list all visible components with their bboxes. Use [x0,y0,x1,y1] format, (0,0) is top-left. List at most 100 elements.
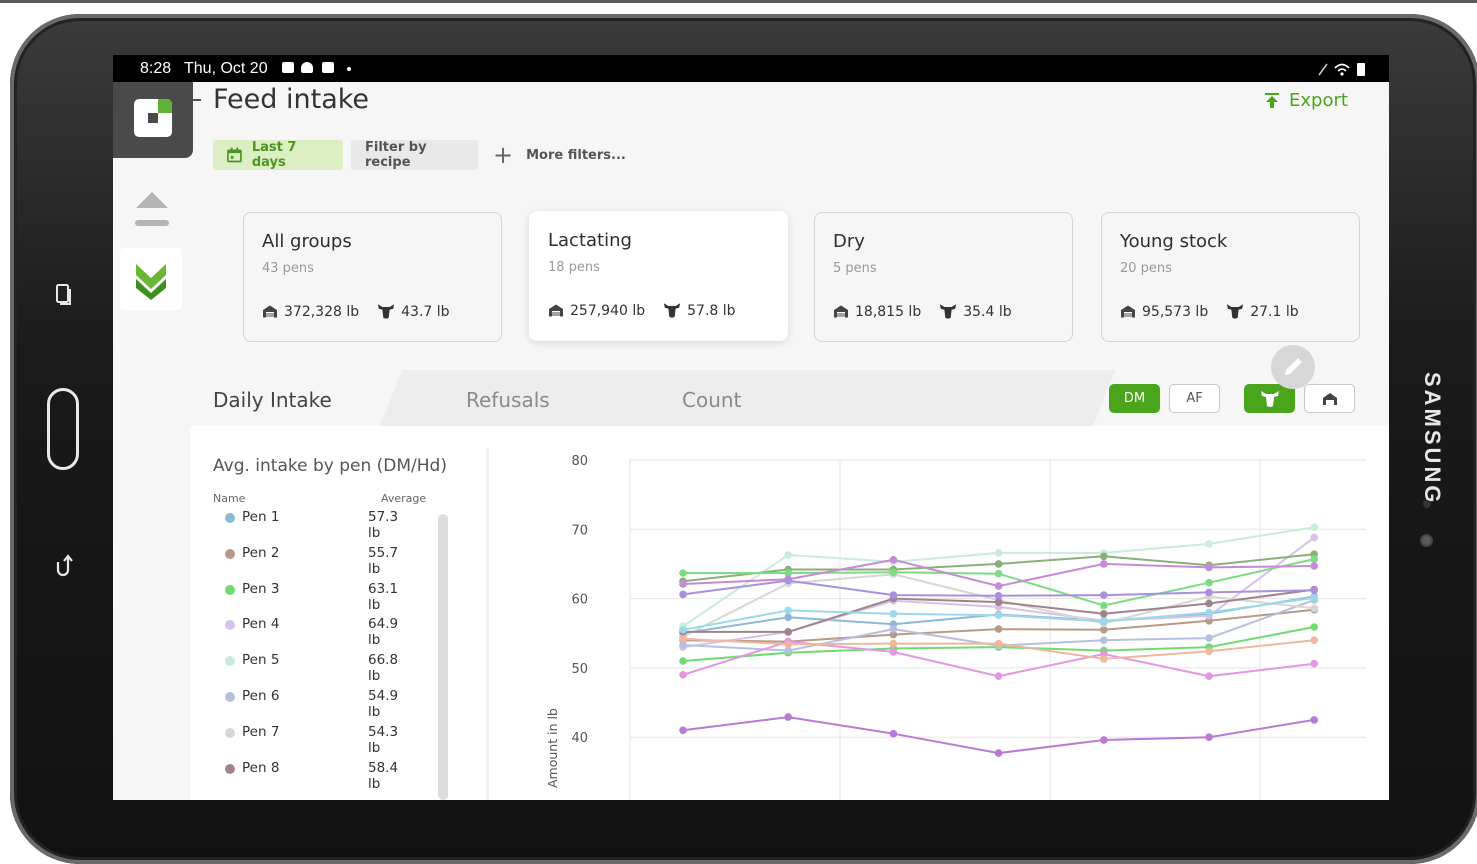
panel-divider [486,448,489,800]
pen-color-dot [225,548,235,559]
series-point [679,726,687,735]
y-tick-label: 40 [571,731,588,746]
cow-head-icon [1227,304,1244,319]
pen-row[interactable]: Pen 1 57.3 lb [225,508,405,541]
tab-count[interactable]: Count [682,388,741,412]
pen-average: 63.1 lb [368,580,399,613]
back-key-icon[interactable] [54,552,74,578]
pen-average: 66.8 lb [368,652,399,685]
group-per-head-amount: 27.1 lb [1250,303,1299,320]
series-point [679,569,687,577]
pen-color-dot [225,584,235,595]
series-point [1205,733,1213,741]
series-point [994,582,1003,590]
series-point [994,592,1003,600]
series-point [994,560,1003,568]
column-name-header: Name [213,492,246,505]
series-point [1310,594,1318,602]
series-line [682,716,1315,755]
af-toggle[interactable]: AF [1169,384,1220,413]
group-stats: 257,940 lb 57.8 lb [548,302,754,319]
series-point [679,580,687,588]
series-point [1205,672,1213,680]
status-date: Thu, Oct 20 [184,60,268,77]
barn-icon [549,304,563,317]
series-point [994,611,1003,619]
recipe-filter[interactable]: Filter by recipe [351,140,478,170]
cow-head-icon [1260,390,1279,407]
home-key[interactable] [47,388,79,470]
pen-row[interactable]: Pen 2 55.7 lb [225,544,405,577]
feed-nav-item[interactable] [120,248,182,310]
logo-mark-icon [134,99,172,137]
group-pen-count: 18 pens [548,260,600,275]
series-point [679,671,687,679]
pen-row[interactable]: Pen 4 64.9 lb [225,615,405,648]
series-point [889,639,898,648]
series-point [784,640,792,649]
column-average-header: Average [381,492,427,505]
group-stats: 18,815 lb 35.4 lb [833,303,1030,320]
pen-row[interactable]: Pen 3 63.1 lb [225,580,405,613]
cow-head-icon [940,304,957,319]
export-label: Export [1289,90,1348,111]
series-point [784,551,792,559]
cloud-icon [301,62,313,73]
edit-fab[interactable] [1271,345,1315,389]
recipe-filter-label: Filter by recipe [365,140,427,170]
group-per-head-amount: 35.4 lb [963,303,1012,320]
group-card[interactable]: Dry 5 pens 18,815 lb 35.4 lb [814,212,1073,342]
series-point [1100,591,1108,599]
daily-intake-panel: Avg. intake by pen (DM/Hd) Name Average … [190,426,1389,800]
dm-toggle[interactable]: DM [1109,384,1160,413]
export-button[interactable]: Export [1265,90,1348,111]
tablet-screen: 8:28 Thu, Oct 20 Feed intake Export Last… [113,55,1389,800]
pen-average: 64.9 lb [368,616,399,649]
export-icon [1265,92,1279,108]
cow-head-icon [378,304,395,319]
recents-key-icon[interactable] [56,284,72,306]
date-range-filter[interactable]: Last 7 days [213,140,343,170]
pen-list-scrollbar[interactable] [438,514,448,800]
series-point [679,590,687,599]
calendar-icon [227,147,242,163]
upload-nav-icon[interactable] [133,186,171,230]
group-card[interactable]: Young stock 20 pens 95,573 lb 27.1 lb [1101,212,1360,342]
series-point [1310,555,1318,563]
pen-row[interactable]: Pen 7 54.3 lb [225,723,405,756]
group-card[interactable]: Lactating 18 pens 257,940 lb 57.8 lb [529,211,788,341]
pen-row[interactable]: Pen 5 66.8 lb [225,651,405,684]
series-point [1100,617,1108,626]
plus-icon: + [493,141,514,169]
barn-icon [1322,392,1337,405]
title-marker [193,99,201,101]
series-point [889,648,898,656]
intake-line-chart: 40 50 60 70 80 Amount in lb [545,454,1366,800]
pen-row[interactable]: Pen 8 58.4 lb [225,759,405,792]
status-bar: 8:28 Thu, Oct 20 [113,55,1389,82]
tab-refusals[interactable]: Refusals [466,388,550,412]
group-total-amount: 257,940 lb [570,302,646,319]
series-point [994,549,1003,557]
pen-average: 55.7 lb [368,544,399,577]
series-point [1100,601,1108,610]
group-pen-count: 5 pens [833,261,877,276]
series-point [994,672,1003,680]
pen-name: Pen 3 [242,580,280,597]
series-point [994,625,1003,633]
series-point [1100,560,1108,568]
more-filters-button[interactable]: + More filters... [493,140,626,170]
pen-name: Pen 4 [242,616,280,633]
pen-color-dot [225,620,235,631]
group-name: Lactating [548,230,632,251]
tab-daily-intake[interactable]: Daily Intake [213,388,332,412]
feed-chevrons-icon [136,264,166,300]
pen-average: 54.9 lb [368,688,399,720]
more-filters-label: More filters... [526,147,626,163]
pen-row[interactable]: Pen 6 54.9 lb [225,687,405,720]
series-point [1310,523,1318,531]
nav-rail [113,82,193,800]
app-logo[interactable] [113,82,193,158]
series-point [889,729,898,738]
group-card[interactable]: All groups 43 pens 372,328 lb 43.7 lb [243,212,502,342]
